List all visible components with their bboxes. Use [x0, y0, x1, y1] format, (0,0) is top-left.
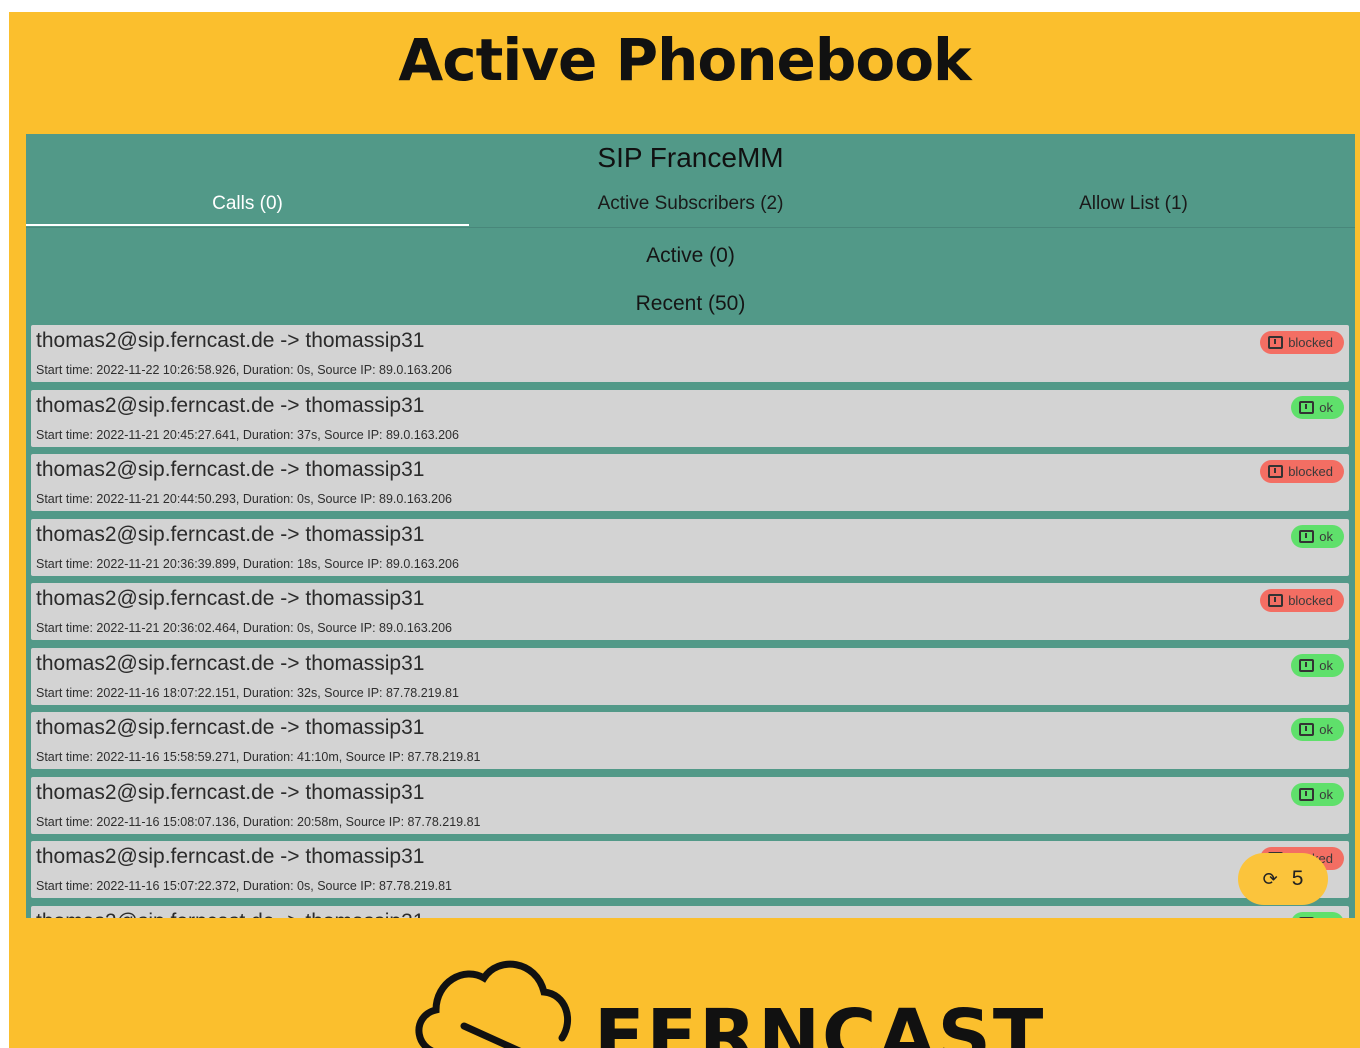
- status-badge: ok: [1291, 524, 1344, 548]
- call-row[interactable]: thomas2@sip.ferncast.de -> thomassip31 St…: [31, 325, 1349, 382]
- call-detail: Start time: 2022-11-16 18:07:22.151, Dur…: [36, 685, 459, 700]
- cloud-icon: [415, 960, 572, 1048]
- status-label: blocked: [1288, 593, 1333, 608]
- active-calls-header[interactable]: Active (0): [26, 244, 1355, 268]
- tab-allow-list[interactable]: Allow List (1): [912, 186, 1355, 226]
- refresh-button[interactable]: ⟳ 5: [1238, 853, 1328, 905]
- report-icon: [1299, 723, 1315, 736]
- status-label: ok: [1319, 399, 1333, 415]
- status-badge: blocked: [1260, 331, 1344, 354]
- call-row[interactable]: thomas2@sip.ferncast.de -> thomassip31 St…: [31, 776, 1349, 834]
- call-row[interactable]: thomas2@sip.ferncast.de -> thomassip31 St…: [31, 389, 1349, 447]
- call-row[interactable]: thomas2@sip.ferncast.de -> thomassip31 St…: [31, 583, 1349, 640]
- call-detail: Start time: 2022-11-21 20:45:27.641, Dur…: [36, 427, 459, 442]
- tab-bar: Calls (0) Active Subscribers (2) Allow L…: [26, 186, 1355, 226]
- status-badge: ok: [1291, 911, 1344, 919]
- status-label: ok: [1319, 916, 1333, 919]
- tab-calls[interactable]: Calls (0): [26, 186, 469, 226]
- status-badge: ok: [1291, 782, 1344, 806]
- report-icon: [1268, 465, 1284, 478]
- call-row[interactable]: thomas2@sip.ferncast.de -> thomassip31 St…: [31, 712, 1349, 769]
- status-label: ok: [1319, 786, 1333, 802]
- status-badge: ok: [1291, 653, 1344, 677]
- call-detail: Start time: 2022-11-21 20:36:02.464, Dur…: [36, 621, 453, 635]
- call-title: thomas2@sip.ferncast.de -> thomassip31: [36, 651, 425, 675]
- status-badge: blocked: [1260, 460, 1344, 483]
- tab-active-subscribers[interactable]: Active Subscribers (2): [469, 186, 912, 226]
- call-detail: Start time: 2022-11-16 15:08:07.136, Dur…: [36, 814, 481, 829]
- refresh-count: 5: [1291, 867, 1304, 890]
- status-label: blocked: [1288, 464, 1333, 479]
- refresh-icon: ⟳: [1262, 868, 1278, 889]
- phonebook-app: SIP FranceMM Calls (0) Active Subscriber…: [26, 134, 1355, 918]
- report-icon: [1299, 529, 1315, 543]
- logo-text: FERNCAST: [594, 994, 1046, 1048]
- status-label: ok: [1319, 657, 1333, 673]
- call-row[interactable]: thomas2@sip.ferncast.de -> thomassip31 St…: [31, 518, 1349, 576]
- status-label: ok: [1319, 528, 1333, 544]
- status-label: ok: [1319, 722, 1333, 737]
- call-detail: Start time: 2022-11-16 15:07:22.372, Dur…: [36, 879, 453, 893]
- recent-calls-list: thomas2@sip.ferncast.de -> thomassip31 St…: [31, 325, 1349, 918]
- report-icon: [1299, 916, 1315, 918]
- call-title: thomas2@sip.ferncast.de -> thomassip31: [36, 716, 425, 739]
- call-title: thomas2@sip.ferncast.de -> thomassip31: [36, 329, 425, 352]
- report-icon: [1268, 594, 1284, 607]
- call-title: thomas2@sip.ferncast.de -> thomassip31: [36, 780, 425, 804]
- app-title: SIP FranceMM: [597, 142, 784, 173]
- report-icon: [1299, 787, 1315, 801]
- call-title: thomas2@sip.ferncast.de -> thomassip31: [36, 587, 425, 610]
- recent-calls-header[interactable]: Recent (50): [26, 292, 1355, 316]
- call-title: thomas2@sip.ferncast.de -> thomassip31: [36, 393, 425, 417]
- call-row[interactable]: thomas2@sip.ferncast.de -> thomassip31 ok: [31, 905, 1349, 919]
- status-badge: blocked: [1260, 589, 1344, 612]
- call-title: thomas2@sip.ferncast.de -> thomassip31: [36, 458, 425, 481]
- ferncast-logo: FERNCAST: [406, 954, 1043, 1048]
- report-icon: [1299, 658, 1315, 672]
- call-row[interactable]: thomas2@sip.ferncast.de -> thomassip31 St…: [31, 647, 1349, 705]
- call-title: thomas2@sip.ferncast.de -> thomassip31: [36, 845, 425, 868]
- call-detail: Start time: 2022-11-16 15:58:59.271, Dur…: [36, 750, 481, 764]
- report-icon: [1299, 400, 1315, 414]
- call-detail: Start time: 2022-11-21 20:36:39.899, Dur…: [36, 556, 459, 571]
- call-row[interactable]: thomas2@sip.ferncast.de -> thomassip31 St…: [31, 841, 1349, 898]
- tab-divider: [26, 227, 1355, 228]
- video-frame: Active Phonebook SIP FranceMM Calls (0) …: [9, 12, 1360, 1048]
- status-badge: ok: [1291, 718, 1344, 741]
- call-row[interactable]: thomas2@sip.ferncast.de -> thomassip31 St…: [31, 454, 1349, 511]
- status-badge: ok: [1291, 395, 1344, 419]
- call-title: thomas2@sip.ferncast.de -> thomassip31: [36, 522, 425, 546]
- call-detail: Start time: 2022-11-21 20:44:50.293, Dur…: [36, 492, 453, 506]
- report-icon: [1268, 336, 1284, 349]
- status-label: blocked: [1288, 335, 1333, 350]
- call-title: thomas2@sip.ferncast.de -> thomassip31: [36, 910, 424, 919]
- page-title: Active Phonebook: [398, 26, 971, 94]
- call-detail: Start time: 2022-11-22 10:26:58.926, Dur…: [36, 363, 453, 377]
